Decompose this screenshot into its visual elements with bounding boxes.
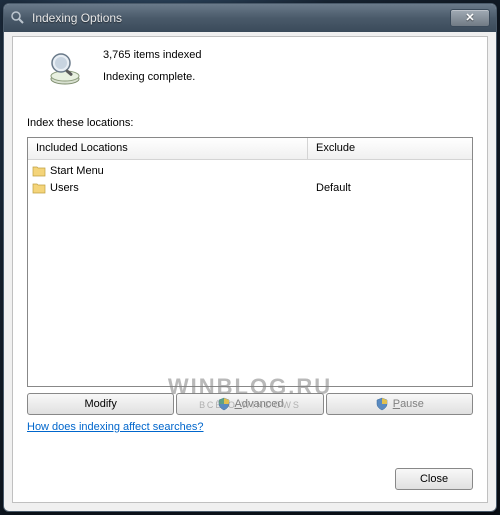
modify-button[interactable]: Modify <box>27 393 174 415</box>
window-close-button[interactable]: ✕ <box>450 9 490 27</box>
included-location-name: Start Menu <box>50 165 104 177</box>
items-indexed-count: 3,765 items indexed <box>103 49 201 61</box>
close-icon: ✕ <box>465 13 474 24</box>
shield-icon <box>217 397 231 411</box>
titlebar: Indexing Options ✕ <box>4 4 496 32</box>
pause-button[interactable]: Pause <box>326 393 473 415</box>
folder-icon <box>32 165 46 177</box>
status-text-block: 3,765 items indexed Indexing complete. <box>103 47 201 83</box>
dialog-footer: Close <box>395 468 473 490</box>
column-header-included[interactable]: Included Locations <box>28 138 308 159</box>
folder-icon <box>32 182 46 194</box>
list-body: Start Menu Users Default <box>28 160 472 386</box>
indexing-options-dialog: Indexing Options ✕ 3,765 items indexed I… <box>3 3 497 512</box>
included-location-name: Users <box>50 182 79 194</box>
close-button[interactable]: Close <box>395 468 473 490</box>
indexing-app-icon <box>10 10 26 26</box>
indexing-complete-text: Indexing complete. <box>103 71 201 83</box>
magnifier-drive-icon <box>45 49 85 89</box>
dialog-content: 3,765 items indexed Indexing complete. I… <box>12 36 488 503</box>
locations-label: Index these locations: <box>27 117 473 129</box>
exclude-value: Default <box>308 182 472 194</box>
action-button-row: Modify Advanced Pause <box>27 393 473 415</box>
list-item[interactable]: Users Default <box>28 179 472 196</box>
shield-icon <box>375 397 389 411</box>
indexing-status: 3,765 items indexed Indexing complete. <box>27 47 473 89</box>
window-title: Indexing Options <box>32 11 450 25</box>
locations-listbox: Included Locations Exclude Start Menu <box>27 137 473 387</box>
list-item[interactable]: Start Menu <box>28 162 472 179</box>
advanced-button[interactable]: Advanced <box>176 393 323 415</box>
list-header: Included Locations Exclude <box>28 138 472 160</box>
help-link[interactable]: How does indexing affect searches? <box>27 421 204 433</box>
column-header-exclude[interactable]: Exclude <box>308 138 472 159</box>
